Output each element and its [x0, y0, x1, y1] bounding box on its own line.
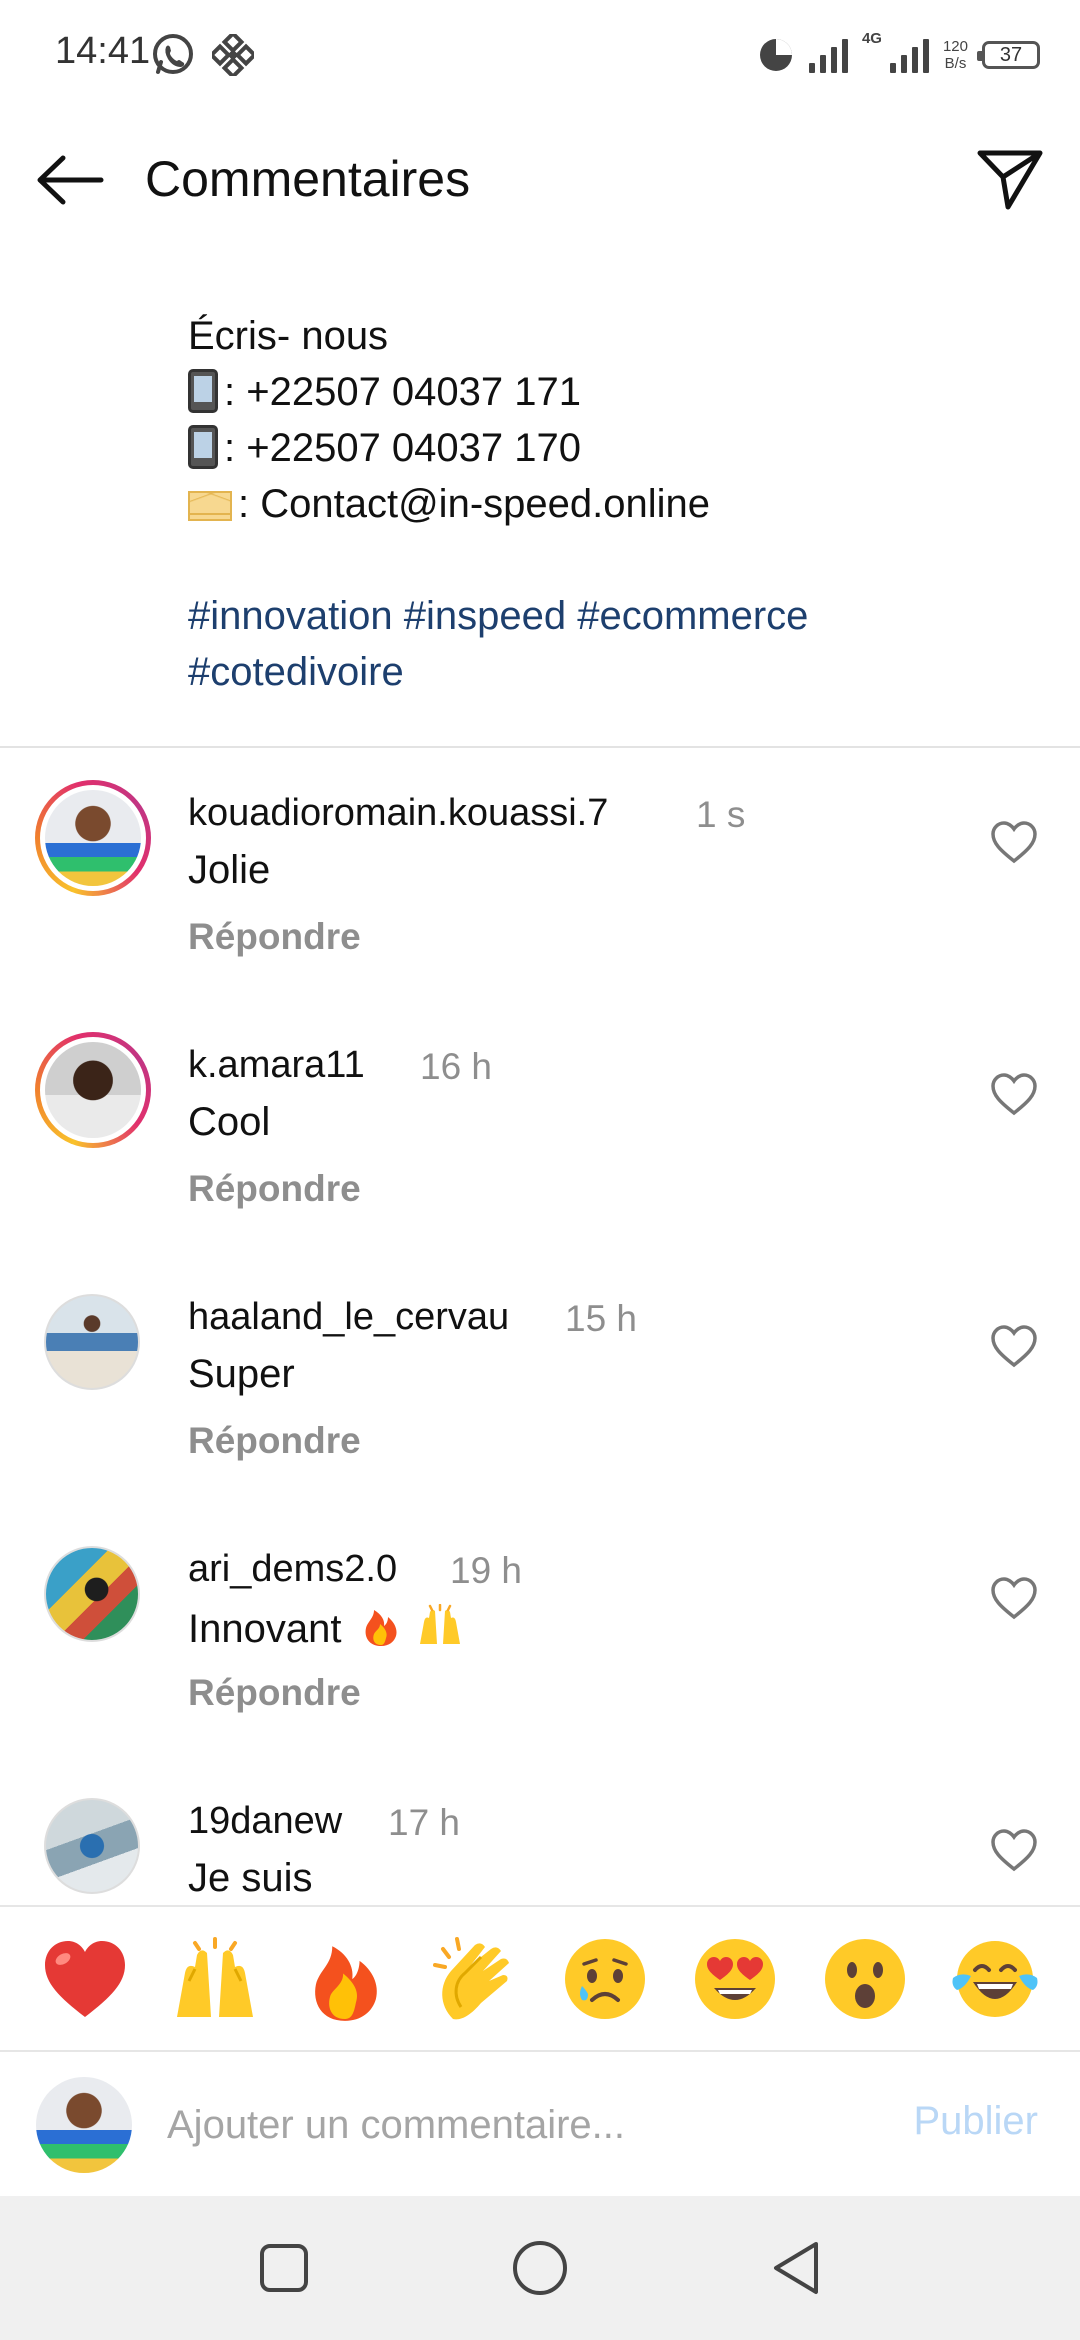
- paper-plane-icon: [977, 150, 1043, 210]
- comment-text: Je suis: [188, 1856, 313, 1900]
- comment-text: Innovant: [188, 1603, 464, 1652]
- avatar[interactable]: [35, 1032, 151, 1148]
- status-time: 14:41: [55, 30, 151, 72]
- comment-item: 19danew 17 h Je suis: [0, 1756, 1080, 1904]
- clapping-hands-emoji[interactable]: [429, 1933, 521, 2025]
- data-saver-icon: [759, 39, 792, 71]
- post-caption: Écris- nous : +22507 04037 171 : +22507 …: [188, 308, 1048, 700]
- caption-phone-1: : +22507 04037 171: [188, 364, 1048, 420]
- comment-username[interactable]: haaland_le_cervau: [188, 1296, 509, 1339]
- triangle-back-icon: [774, 2242, 818, 2294]
- system-nav-bar: [0, 2196, 1080, 2340]
- comment-input[interactable]: [165, 2092, 855, 2158]
- signal-icon-2: [889, 37, 929, 73]
- comment-time: 19 h: [450, 1550, 523, 1591]
- avatar[interactable]: [35, 780, 151, 896]
- caption-hashtags[interactable]: #innovation #inspeed #ecommerce: [188, 588, 1048, 644]
- comment-text: Super: [188, 1352, 295, 1396]
- back-nav-button[interactable]: [760, 2232, 832, 2304]
- whatsapp-icon: [153, 34, 193, 74]
- comment-item: ari_dems2.0 19 h Innovant Répondre: [0, 1504, 1080, 1754]
- mobile-phone-icon: [188, 369, 218, 413]
- comment-item: haaland_le_cervau 15 h Super Répondre: [0, 1252, 1080, 1502]
- comment-item: k.amara11 16 h Cool Répondre: [0, 1000, 1080, 1250]
- home-button[interactable]: [504, 2232, 576, 2304]
- battery-icon: 37: [977, 41, 1040, 69]
- caption-hashtags[interactable]: #cotedivoire: [188, 644, 1048, 700]
- reply-button[interactable]: Répondre: [188, 1420, 361, 1462]
- avatar[interactable]: [44, 1294, 140, 1390]
- network-speed: 120 B/s: [942, 38, 968, 72]
- share-button[interactable]: [970, 140, 1050, 220]
- heart-outline-icon[interactable]: [990, 1324, 1038, 1368]
- fire-emoji: [365, 1610, 397, 1646]
- arrow-left-icon: [37, 155, 104, 205]
- caption-email: : Contact@in-speed.online: [188, 476, 1048, 532]
- comment-composer: Publier: [0, 2050, 1080, 2196]
- status-right-group: 4G 120 B/s 37: [757, 30, 1040, 80]
- envelope-icon: [188, 491, 232, 521]
- comment-time: 16 h: [420, 1046, 493, 1087]
- binance-icon: [212, 34, 254, 76]
- square-icon: [260, 2244, 308, 2292]
- raising-hands-emoji[interactable]: [169, 1933, 261, 2025]
- comment-time: 17 h: [388, 1802, 461, 1843]
- raising-hands-emoji: [419, 1603, 460, 1644]
- emoji-quick-bar: [0, 1905, 1080, 2050]
- page-title: Commentaires: [145, 151, 471, 207]
- heart-outline-icon[interactable]: [990, 1828, 1038, 1872]
- comment-username[interactable]: 19danew: [188, 1800, 342, 1843]
- back-button[interactable]: [30, 140, 110, 220]
- circle-icon: [513, 2241, 567, 2295]
- caption-phone-2: : +22507 04037 170: [188, 420, 1048, 476]
- comment-item: kouadioromain.kouassi.7 1 s Jolie Répond…: [0, 748, 1080, 998]
- comment-username[interactable]: kouadioromain.kouassi.7: [188, 792, 608, 835]
- mobile-phone-icon: [188, 425, 218, 469]
- status-bar: 14:41 4G 120 B/s 37: [0, 0, 1080, 110]
- comment-time: 1 s: [696, 794, 746, 835]
- publish-button[interactable]: Publier: [913, 2099, 1038, 2144]
- red-heart-emoji[interactable]: [39, 1933, 131, 2025]
- comment-time: 15 h: [565, 1298, 638, 1339]
- sad-tear-emoji[interactable]: [559, 1933, 651, 2025]
- comment-username[interactable]: ari_dems2.0: [188, 1548, 397, 1591]
- tears-of-joy-emoji[interactable]: [949, 1933, 1041, 2025]
- avatar[interactable]: [44, 1546, 140, 1642]
- avatar[interactable]: [44, 1798, 140, 1894]
- surprised-emoji[interactable]: [819, 1933, 911, 2025]
- battery-level: 37: [999, 43, 1023, 66]
- signal-icon: [808, 37, 848, 73]
- reply-button[interactable]: Répondre: [188, 1672, 361, 1714]
- reply-button[interactable]: Répondre: [188, 1168, 361, 1210]
- fire-emoji[interactable]: [299, 1933, 391, 2025]
- heart-outline-icon[interactable]: [990, 1576, 1038, 1620]
- comment-text: Jolie: [188, 848, 271, 892]
- heart-eyes-emoji[interactable]: [689, 1933, 781, 2025]
- heart-outline-icon[interactable]: [990, 1072, 1038, 1116]
- comment-username[interactable]: k.amara11: [188, 1044, 365, 1087]
- header: Commentaires: [0, 110, 1080, 250]
- heart-outline-icon[interactable]: [990, 820, 1038, 864]
- reply-button[interactable]: Répondre: [188, 916, 361, 958]
- comment-text: Cool: [188, 1100, 271, 1144]
- network-type: 4G: [861, 30, 882, 47]
- caption-line: Écris- nous: [188, 314, 389, 358]
- recent-apps-button[interactable]: [248, 2232, 320, 2304]
- current-user-avatar: [36, 2077, 132, 2173]
